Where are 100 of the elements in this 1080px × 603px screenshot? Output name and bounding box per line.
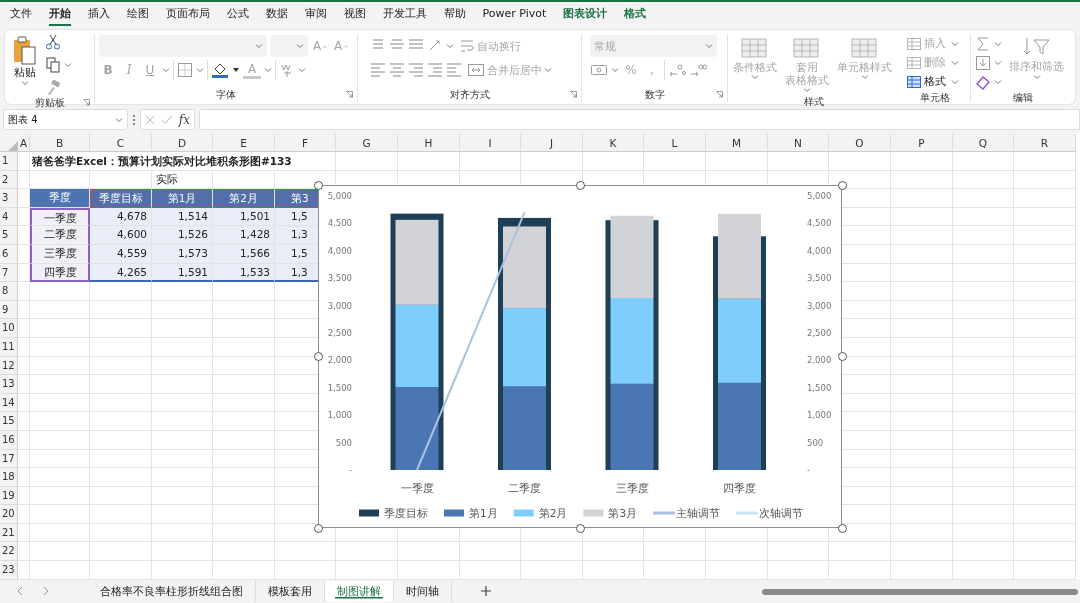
caret-icon[interactable]: [446, 43, 454, 49]
column-heading[interactable]: D: [152, 134, 213, 152]
resize-handle[interactable]: [837, 352, 847, 361]
sheet-tab[interactable]: 时间轴: [394, 580, 452, 602]
column-heading[interactable]: Q: [953, 134, 1014, 152]
resize-handle[interactable]: [837, 180, 847, 190]
borders-icon[interactable]: [177, 62, 193, 78]
caret-icon[interactable]: [298, 67, 306, 73]
ribbon-tab[interactable]: 开发工具: [374, 2, 435, 28]
horizontal-scrollbar[interactable]: [762, 588, 1078, 595]
row-number[interactable]: 23: [0, 561, 18, 580]
chart[interactable]: - 500 1,000 1,500 2,000 2,500 3,000 3,500 4,000 4,500 5,000 - 500 1,000 1,500 2,000 2,500 3,000 3,500 4,000 4,500 5,000 一季度 二季度 三季度 四季度 季度目标 第1月 第2月 第3月 主轴调节 次轴调节: [318, 185, 842, 528]
ribbon-tab[interactable]: 文件: [1, 2, 40, 28]
dropdown-arrow-icon[interactable]: [232, 67, 240, 73]
caret-icon[interactable]: [951, 78, 959, 85]
next-sheet-icon[interactable]: [42, 586, 50, 597]
cells-icon[interactable]: [906, 74, 922, 89]
caret-icon[interactable]: [115, 116, 123, 123]
row-number[interactable]: 8: [0, 282, 18, 301]
resize-handle[interactable]: [313, 352, 323, 361]
ribbon-tab[interactable]: Power Pivot: [474, 2, 555, 28]
caret-icon[interactable]: [951, 40, 959, 47]
row-number[interactable]: 10: [0, 319, 18, 338]
sheet-tab[interactable]: 合格率不良率柱形折线组合图: [88, 580, 256, 602]
ribbon-tab[interactable]: 页面布局: [157, 2, 218, 28]
ribbon-tab[interactable]: 绘图: [118, 2, 157, 28]
caret-icon[interactable]: [951, 59, 959, 66]
column-heading[interactable]: K: [583, 134, 644, 152]
caret-icon[interactable]: [264, 67, 272, 73]
increase-indent-icon[interactable]: [446, 62, 462, 78]
dialog-launcher-icon[interactable]: [83, 99, 90, 106]
column-heading[interactable]: R: [1014, 134, 1076, 152]
row-number[interactable]: 3: [0, 189, 18, 208]
sum-icon[interactable]: [975, 35, 991, 52]
font-size-field[interactable]: [270, 35, 308, 57]
resize-handle[interactable]: [313, 180, 323, 190]
increase-decimal-icon[interactable]: [668, 62, 686, 78]
clipboard-icon[interactable]: [12, 36, 38, 66]
format-button[interactable]: 格式: [904, 73, 948, 90]
row-number[interactable]: 13: [0, 375, 18, 394]
paste-button[interactable]: 粘贴: [9, 34, 41, 88]
ribbon-tab[interactable]: 视图: [335, 2, 374, 28]
caret-icon[interactable]: [196, 67, 204, 73]
caret-icon[interactable]: [64, 62, 72, 68]
dialog-launcher-icon[interactable]: [716, 91, 723, 98]
resize-handle[interactable]: [313, 523, 323, 533]
name-box[interactable]: 图表 4: [3, 109, 128, 130]
caret-icon[interactable]: [994, 59, 1002, 66]
column-heading[interactable]: M: [706, 134, 768, 152]
copy-icon[interactable]: [45, 57, 61, 73]
column-heading[interactable]: O: [829, 134, 891, 152]
caret-icon[interactable]: [994, 40, 1002, 47]
ribbon-tab[interactable]: 帮助: [435, 2, 474, 28]
ribbon-tab[interactable]: 格式: [615, 2, 655, 28]
align-center-icon[interactable]: [389, 62, 405, 78]
row-number[interactable]: 22: [0, 542, 18, 562]
row-number[interactable]: 15: [0, 412, 18, 431]
sheet-corner[interactable]: [0, 134, 18, 152]
row-number[interactable]: 5: [0, 226, 18, 245]
scissors-icon[interactable]: [45, 34, 61, 50]
decrease-decimal-icon[interactable]: [689, 62, 707, 78]
column-heading[interactable]: L: [644, 134, 706, 152]
align-left-icon[interactable]: [370, 62, 386, 78]
add-sheet-icon[interactable]: [480, 585, 492, 598]
caret-icon[interactable]: [994, 78, 1002, 85]
ribbon-tab[interactable]: 数据: [257, 2, 296, 28]
check-icon[interactable]: [161, 113, 173, 126]
more-options-icon[interactable]: [132, 113, 136, 126]
column-heading[interactable]: A: [18, 134, 30, 152]
resize-handle[interactable]: [575, 180, 585, 190]
column-heading[interactable]: E: [213, 134, 275, 152]
cancel-icon[interactable]: [145, 113, 156, 126]
column-heading[interactable]: P: [891, 134, 953, 152]
fill-color-icon[interactable]: [211, 61, 229, 79]
row-number[interactable]: 1: [0, 152, 18, 171]
previous-sheet-icon[interactable]: [16, 586, 24, 597]
sheet-tab[interactable]: 制图讲解: [325, 580, 394, 602]
column-heading[interactable]: B: [30, 134, 90, 152]
caret-icon[interactable]: [162, 67, 170, 73]
column-heading[interactable]: F: [275, 134, 336, 152]
column-heading[interactable]: N: [768, 134, 829, 152]
dialog-launcher-icon[interactable]: [346, 91, 353, 98]
caret-icon[interactable]: [296, 43, 304, 49]
caret-icon[interactable]: [255, 43, 263, 49]
row-number[interactable]: 18: [0, 468, 18, 487]
dialog-launcher-icon[interactable]: [570, 91, 577, 98]
ribbon-tab[interactable]: 公式: [218, 2, 257, 28]
resize-handle[interactable]: [837, 523, 847, 533]
align-right-icon[interactable]: [408, 62, 424, 78]
ribbon-tab[interactable]: 审阅: [296, 2, 335, 28]
column-heading[interactable]: H: [398, 134, 460, 152]
font-name-field[interactable]: [99, 35, 267, 57]
row-number[interactable]: 20: [0, 505, 18, 524]
accounting-icon[interactable]: [590, 62, 608, 78]
column-heading[interactable]: J: [521, 134, 583, 152]
format-painter-icon[interactable]: [45, 80, 61, 96]
fill-down-icon[interactable]: [975, 54, 991, 71]
insert-function-button[interactable]: fx: [178, 112, 190, 127]
decrease-indent-icon[interactable]: [427, 62, 443, 78]
ribbon-tab[interactable]: 图表设计: [554, 2, 616, 28]
